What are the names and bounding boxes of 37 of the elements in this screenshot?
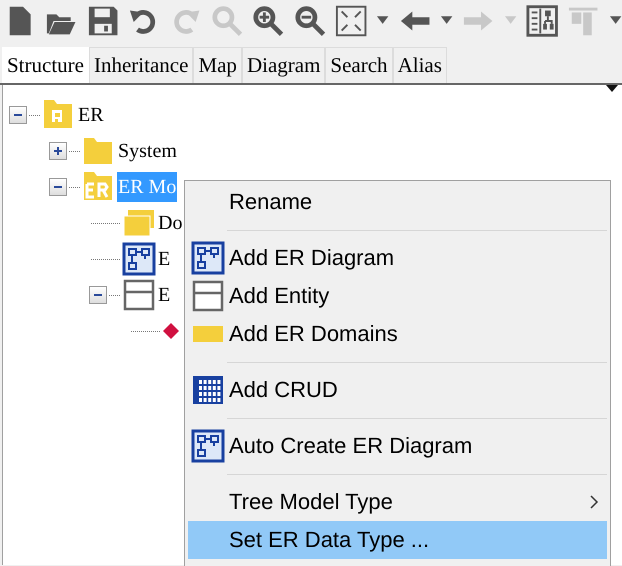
- fit-to-window-icon[interactable]: [334, 4, 368, 38]
- diagram-icon: [122, 242, 156, 276]
- expand-toggle[interactable]: [49, 142, 67, 160]
- menu-item[interactable]: Add ER Diagram: [188, 239, 607, 277]
- tab[interactable]: Alias: [392, 47, 447, 83]
- tab[interactable]: Diagram: [242, 47, 326, 83]
- tree-item[interactable]: E: [157, 244, 172, 274]
- tab[interactable]: Search: [325, 47, 393, 83]
- menu-item[interactable]: Set ER Data Type ...: [188, 521, 607, 559]
- menu-item[interactable]: Rename: [188, 183, 607, 221]
- dropdown-arrow-icon[interactable]: [606, 85, 618, 93]
- zoom-in-icon[interactable]: [252, 4, 285, 38]
- save-icon[interactable]: [86, 4, 120, 38]
- menu-item[interactable]: Add Entity: [188, 277, 607, 315]
- tree-item[interactable]: Do: [157, 208, 184, 238]
- tree-item[interactable]: ER: [77, 100, 105, 130]
- tab[interactable]: Map: [193, 47, 242, 83]
- zoom-out-icon[interactable]: [294, 4, 326, 38]
- diagram-icon: [191, 429, 225, 463]
- menu-item[interactable]: Tree Model Type: [188, 483, 607, 521]
- tab[interactable]: Inheritance: [88, 47, 194, 83]
- collapse-toggle[interactable]: [49, 178, 67, 196]
- table-icon: [122, 278, 156, 312]
- tree-item[interactable]: System: [117, 136, 178, 166]
- menu-item[interactable]: Add ER Domains: [188, 315, 607, 353]
- tree-layout-icon[interactable]: [526, 4, 558, 38]
- collapse-toggle[interactable]: [9, 106, 27, 124]
- grid-icon: [191, 373, 225, 407]
- tree-item[interactable]: E: [157, 280, 172, 310]
- collapse-toggle[interactable]: [89, 286, 107, 304]
- tab[interactable]: Structure: [2, 47, 89, 83]
- table-icon: [191, 279, 225, 313]
- menu-item[interactable]: Auto Create ER Diagram: [188, 427, 607, 465]
- menu-item[interactable]: Add CRUD: [188, 371, 607, 409]
- diagram-icon: [191, 241, 225, 275]
- diamond-icon: [162, 322, 180, 340]
- plus-icon: [52, 145, 64, 157]
